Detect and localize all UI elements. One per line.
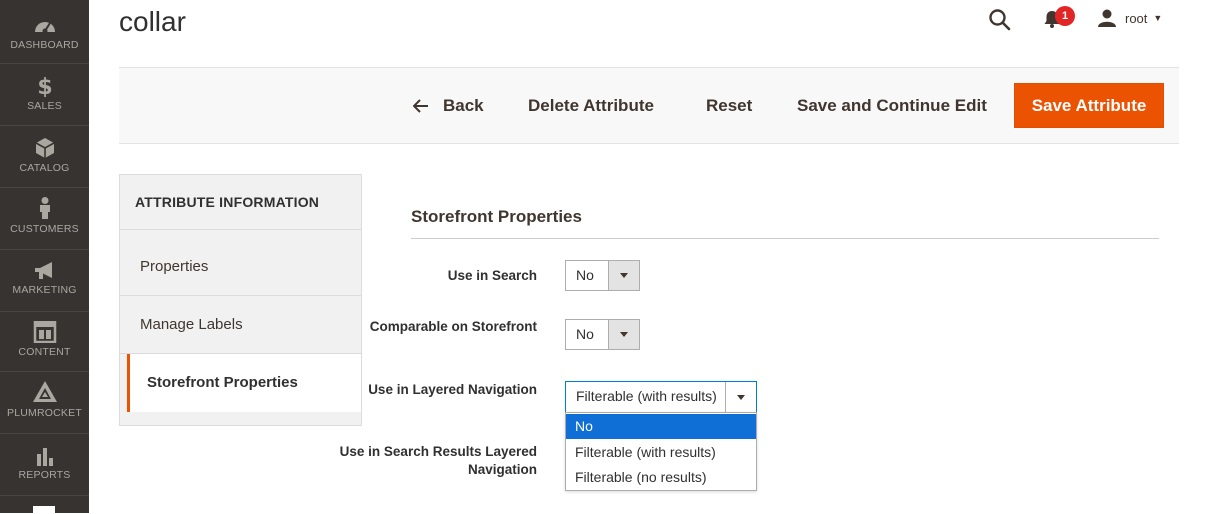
chevron-down-icon [737,394,745,400]
nav-divider [0,433,89,434]
nav-divider [0,371,89,372]
use-in-search-results-layered-navigation-label: Use in Search Results Layered Navigation [339,444,537,477]
nav-label: CONTENT [18,346,71,358]
select-value: No [576,326,594,342]
nav-item-marketing[interactable]: MARKETING [0,261,89,321]
nav-label: SALES [27,100,62,112]
select-value: No [576,267,594,283]
chevron-down-icon: ▼ [1153,13,1163,23]
use-in-layered-navigation-select[interactable]: Filterable (with results) [565,381,757,413]
search-icon [989,9,1011,31]
nav-item-customers[interactable]: CUSTOMERS [0,196,89,256]
comparable-on-storefront-label: Comparable on Storefront [369,319,537,334]
use-in-layered-navigation-label: Use in Layered Navigation [368,382,537,397]
save-attribute-button[interactable]: Save Attribute [1014,83,1164,128]
back-label: Back [443,96,484,115]
use-in-search-label: Use in Search [447,268,537,283]
attribute-tabs: ATTRIBUTE INFORMATION Properties Manage … [119,174,362,426]
back-button[interactable]: Back [413,96,484,116]
nav-divider [0,63,89,64]
use-in-search-select[interactable]: No [565,260,640,291]
page-title: collar [119,6,186,37]
user-menu[interactable]: root ▼ [1097,8,1162,28]
user-name: root [1125,10,1148,26]
layout-icon [33,321,56,343]
nav-item-sales[interactable]: $ SALES [0,75,89,135]
nav-divider [0,125,89,126]
notifications-count-badge: 1 [1055,6,1075,26]
bar-chart-icon [36,448,53,466]
cube-icon [35,138,54,158]
select-value: Filterable (with results) [576,388,717,404]
section-divider [411,238,1159,239]
dashboard-icon [34,22,55,34]
tab-manage-labels[interactable]: Manage Labels [120,296,361,354]
tabs-heading: ATTRIBUTE INFORMATION [120,175,361,230]
nav-label: PLUMROCKET [7,407,82,419]
tab-properties[interactable]: Properties [120,238,361,296]
dollar-icon: $ [37,75,52,97]
nav-item-reports[interactable]: REPORTS [0,446,89,506]
layered-navigation-options-list: No Filterable (with results) Filterable … [565,412,757,491]
chevron-down-icon [620,273,628,278]
svg-text:$: $ [37,75,52,97]
nav-label: MARKETING [12,284,77,296]
option-no[interactable]: No [566,414,756,439]
nav-divider [0,311,89,312]
person-icon [39,197,50,219]
tab-storefront-properties[interactable]: Storefront Properties [127,354,361,412]
nav-label: CATALOG [19,162,70,174]
reset-button[interactable]: Reset [706,96,752,116]
nav-divider [0,249,89,250]
megaphone-icon [34,262,52,279]
select-arrow[interactable] [608,261,639,290]
option-filterable-no-results[interactable]: Filterable (no results) [566,465,756,490]
page-actions-bar: Back Delete Attribute Reset Save and Con… [119,67,1179,144]
select-arrow[interactable] [725,382,756,412]
admin-sidebar: DASHBOARD $ SALES CATALOG CUSTOMERS MARK… [0,0,89,514]
nav-item-content[interactable]: CONTENT [0,321,89,381]
global-search-button[interactable] [988,8,1012,37]
nav-item-dashboard[interactable]: DASHBOARD [0,14,89,74]
nav-divider [0,495,89,496]
delete-attribute-button[interactable]: Delete Attribute [528,96,654,116]
arrow-left-icon [413,99,428,113]
nav-item-catalog[interactable]: CATALOG [0,137,89,197]
save-and-continue-button[interactable]: Save and Continue Edit [797,96,987,116]
nav-label: DASHBOARD [10,39,79,51]
select-arrow[interactable] [608,320,639,349]
section-title: Storefront Properties [411,207,582,226]
comparable-on-storefront-select[interactable]: No [565,319,640,350]
chevron-down-icon [620,332,628,337]
user-icon [1098,9,1116,27]
nav-item-plumrocket[interactable]: PLUMROCKET [0,380,89,440]
rocket-icon [32,381,57,402]
option-filterable-with-results[interactable]: Filterable (with results) [566,440,756,465]
nav-divider [0,187,89,188]
nav-label: CUSTOMERS [10,223,79,235]
nav-label: REPORTS [18,469,71,481]
